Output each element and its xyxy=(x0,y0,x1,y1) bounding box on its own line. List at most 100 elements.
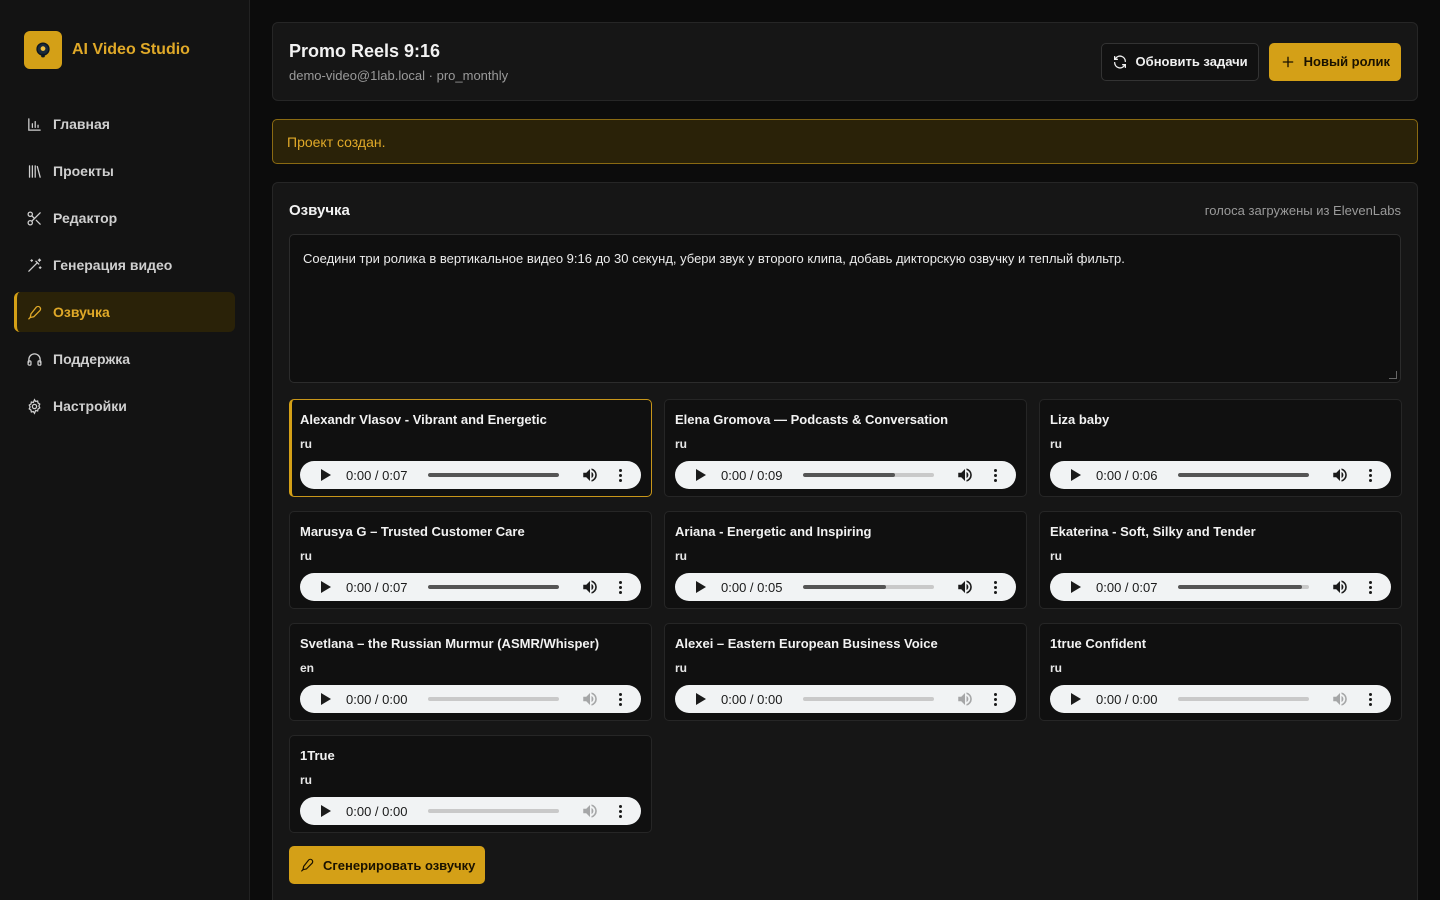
more-options-icon[interactable] xyxy=(988,466,1002,484)
voiceover-header: Озвучка голоса загружены из ElevenLabs xyxy=(289,202,1401,219)
audio-buffer-fill xyxy=(803,585,886,589)
project-title: Promo Reels 9:16 xyxy=(289,40,441,61)
volume-icon[interactable] xyxy=(581,466,599,484)
more-options-icon[interactable] xyxy=(613,802,627,820)
more-options-icon[interactable] xyxy=(988,690,1002,708)
audio-time: 0:00 / 0:07 xyxy=(1096,579,1158,595)
voice-card[interactable]: Marusya G – Trusted Customer Care ru 0:0… xyxy=(289,511,652,609)
brand-name: AI Video Studio xyxy=(72,41,190,58)
audio-player: 0:00 / 0:00 xyxy=(1050,685,1391,713)
audio-player: 0:00 / 0:00 xyxy=(300,685,641,713)
volume-icon[interactable] xyxy=(956,466,974,484)
volume-icon[interactable] xyxy=(581,690,599,708)
more-options-icon[interactable] xyxy=(613,578,627,596)
volume-icon[interactable] xyxy=(956,690,974,708)
more-options-icon[interactable] xyxy=(613,690,627,708)
audio-player: 0:00 / 0:00 xyxy=(300,797,641,825)
more-options-icon[interactable] xyxy=(1363,690,1377,708)
voiceover-prompt-textarea[interactable]: Соедини три ролика в вертикальное видео … xyxy=(289,234,1401,383)
play-icon[interactable] xyxy=(318,579,334,595)
more-options-icon[interactable] xyxy=(988,578,1002,596)
audio-time: 0:00 / 0:06 xyxy=(1096,467,1158,483)
resize-handle-icon[interactable] xyxy=(1389,371,1397,379)
voiceover-prompt-text: Соедини три ролика в вертикальное видео … xyxy=(303,251,1125,266)
volume-icon[interactable] xyxy=(1331,466,1349,484)
volume-icon[interactable] xyxy=(581,578,599,596)
main-content: Promo Reels 9:16 demo-video@1lab.local ·… xyxy=(250,0,1440,900)
play-icon[interactable] xyxy=(318,691,334,707)
volume-icon[interactable] xyxy=(1331,690,1349,708)
voice-language: ru xyxy=(300,773,312,787)
refresh-tasks-button[interactable]: Обновить задачи xyxy=(1100,42,1259,81)
plus-icon xyxy=(1282,56,1293,67)
sidebar-item-voiceover[interactable]: Озвучка xyxy=(14,292,235,332)
voice-card[interactable]: 1True ru 0:00 / 0:00 xyxy=(289,735,652,833)
volume-icon[interactable] xyxy=(581,802,599,820)
play-icon[interactable] xyxy=(693,691,709,707)
audio-time: 0:00 / 0:00 xyxy=(346,691,408,707)
audio-seek-slider[interactable] xyxy=(1178,585,1309,589)
audio-time: 0:00 / 0:00 xyxy=(721,691,783,707)
play-icon[interactable] xyxy=(693,467,709,483)
play-icon[interactable] xyxy=(1068,579,1084,595)
sidebar-item-projects[interactable]: Проекты xyxy=(14,151,235,191)
audio-buffer-fill xyxy=(1178,473,1309,477)
more-options-icon[interactable] xyxy=(613,466,627,484)
voice-card[interactable]: Ekaterina - Soft, Silky and Tender ru 0:… xyxy=(1039,511,1402,609)
more-options-icon[interactable] xyxy=(1363,578,1377,596)
sidebar-item-video-generation[interactable]: Генерация видео xyxy=(14,245,235,285)
audio-seek-slider[interactable] xyxy=(1178,473,1309,477)
play-icon[interactable] xyxy=(318,803,334,819)
sidebar-item-editor[interactable]: Редактор xyxy=(14,198,235,238)
volume-icon[interactable] xyxy=(1331,578,1349,596)
audio-seek-slider[interactable] xyxy=(428,809,559,813)
volume-icon[interactable] xyxy=(956,578,974,596)
sidebar-item-support[interactable]: Поддержка xyxy=(14,339,235,379)
refresh-tasks-label: Обновить задачи xyxy=(1135,54,1248,69)
project-header: Promo Reels 9:16 demo-video@1lab.local ·… xyxy=(272,22,1418,101)
voice-name: Alexei – Eastern European Business Voice xyxy=(675,636,938,651)
audio-seek-slider[interactable] xyxy=(428,473,559,477)
voice-card[interactable]: Svetlana – the Russian Murmur (ASMR/Whis… xyxy=(289,623,652,721)
sidebar-item-settings[interactable]: Настройки xyxy=(14,386,235,426)
audio-player: 0:00 / 0:06 xyxy=(1050,461,1391,489)
more-options-icon[interactable] xyxy=(1363,466,1377,484)
voice-card[interactable]: 1true Confident ru 0:00 / 0:00 xyxy=(1039,623,1402,721)
voice-card[interactable]: Alexei – Eastern European Business Voice… xyxy=(664,623,1027,721)
brand[interactable]: AI Video Studio xyxy=(14,31,235,69)
scissors-icon xyxy=(27,210,41,226)
voice-name: Svetlana – the Russian Murmur (ASMR/Whis… xyxy=(300,636,600,651)
sidebar-nav: Главная Проекты Редактор Генерация видео… xyxy=(14,104,235,426)
voice-list: Alexandr Vlasov - Vibrant and Energetic … xyxy=(289,399,1402,833)
voice-name: Ariana - Energetic and Inspiring xyxy=(675,524,872,539)
play-icon[interactable] xyxy=(1068,467,1084,483)
header-actions: Обновить задачи Новый ролик xyxy=(1100,42,1401,81)
gear-icon xyxy=(28,397,41,415)
new-video-label: Новый ролик xyxy=(1303,54,1390,69)
voice-name: Alexandr Vlasov - Vibrant and Energetic xyxy=(300,412,547,427)
audio-seek-slider[interactable] xyxy=(1178,697,1309,701)
magic-wand-icon xyxy=(28,257,42,272)
voice-card[interactable]: Liza baby ru 0:00 / 0:06 xyxy=(1039,399,1402,497)
play-icon[interactable] xyxy=(318,467,334,483)
audio-seek-slider[interactable] xyxy=(803,697,934,701)
sidebar-item-label: Поддержка xyxy=(53,351,131,367)
headphones-icon xyxy=(27,352,42,366)
audio-seek-slider[interactable] xyxy=(428,585,559,589)
generate-voiceover-button[interactable]: Сгенерировать озвучку xyxy=(289,846,486,884)
play-icon[interactable] xyxy=(1068,691,1084,707)
brand-logo-icon xyxy=(24,31,62,69)
voice-card[interactable]: Elena Gromova — Podcasts & Conversation … xyxy=(664,399,1027,497)
audio-seek-slider[interactable] xyxy=(428,697,559,701)
voiceover-title: Озвучка xyxy=(289,202,350,219)
new-video-button[interactable]: Новый ролик xyxy=(1268,42,1401,81)
audio-seek-slider[interactable] xyxy=(803,473,934,477)
voice-card[interactable]: Ariana - Energetic and Inspiring ru 0:00… xyxy=(664,511,1027,609)
voice-name: Marusya G – Trusted Customer Care xyxy=(300,524,525,539)
sidebar-item-home[interactable]: Главная xyxy=(14,104,235,144)
status-alert: Проект создан. xyxy=(272,119,1418,164)
sidebar: AI Video Studio Главная Проекты Редактор… xyxy=(0,0,250,900)
play-icon[interactable] xyxy=(693,579,709,595)
audio-seek-slider[interactable] xyxy=(803,585,934,589)
voice-card[interactable]: Alexandr Vlasov - Vibrant and Energetic … xyxy=(289,399,652,497)
